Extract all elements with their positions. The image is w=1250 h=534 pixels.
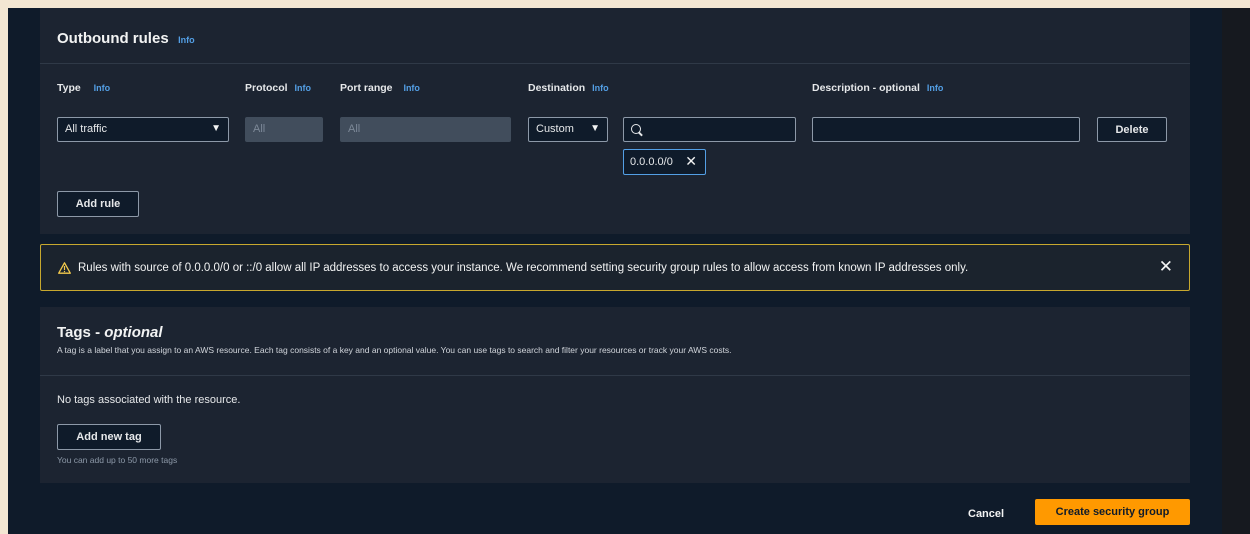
description-label: Description - optional (812, 82, 920, 94)
tags-panel: Tags - optional A tag is a label that yo… (40, 307, 1190, 483)
outbound-rules-header: Outbound rules Info (40, 8, 1190, 64)
add-new-tag-button[interactable]: Add new tag (57, 424, 161, 450)
protocol-info-link[interactable]: Info (295, 83, 312, 93)
tags-description: A tag is a label that you assign to an A… (57, 345, 732, 355)
destination-info-link[interactable]: Info (592, 83, 609, 93)
outbound-rules-panel: Outbound rules Info Type Info Protocol I… (40, 8, 1190, 234)
destination-token: 0.0.0.0/0 ✕ (623, 149, 706, 175)
remove-token-icon[interactable]: ✕ (685, 153, 697, 170)
protocol-field: All (245, 117, 323, 142)
description-column-label: Description - optional Info (812, 82, 943, 94)
type-column-label: Type Info (57, 82, 110, 94)
description-input[interactable] (812, 117, 1080, 142)
create-security-group-button[interactable]: Create security group (1035, 499, 1190, 525)
no-tags-text: No tags associated with the resource. (57, 394, 241, 406)
port-range-column-label: Port range Info (340, 82, 420, 94)
close-icon[interactable]: ✕ (1159, 257, 1173, 277)
destination-token-value: 0.0.0.0/0 (630, 156, 673, 168)
protocol-value: All (253, 123, 266, 135)
destination-column-label: Destination Info (528, 82, 609, 94)
description-info-link[interactable]: Info (927, 83, 944, 93)
page-viewport: Outbound rules Info Type Info Protocol I… (8, 8, 1250, 534)
tags-limit-hint: You can add up to 50 more tags (57, 455, 178, 465)
protocol-column-label: Protocol Info (245, 82, 311, 94)
caret-down-icon: ▼ (211, 123, 221, 134)
delete-rule-button[interactable]: Delete (1097, 117, 1167, 142)
port-range-value: All (348, 123, 361, 135)
tags-title: Tags - optional (57, 324, 1173, 341)
type-select[interactable]: All traffic ▼ (57, 117, 229, 142)
warning-icon (58, 262, 71, 274)
type-info-link[interactable]: Info (94, 83, 111, 93)
type-label: Type (57, 82, 81, 94)
port-range-info-link[interactable]: Info (403, 83, 420, 93)
cancel-button[interactable]: Cancel (968, 508, 1004, 520)
search-icon (631, 124, 641, 134)
type-select-value: All traffic (65, 123, 107, 135)
tags-title-main: Tags - (57, 324, 105, 341)
caret-down-icon: ▼ (590, 123, 600, 134)
destination-mode-value: Custom (536, 123, 574, 135)
destination-mode-select[interactable]: Custom ▼ (528, 117, 608, 142)
port-range-label: Port range (340, 82, 393, 94)
tags-title-optional: optional (104, 324, 163, 341)
tags-header: Tags - optional A tag is a label that yo… (40, 307, 1190, 376)
outbound-info-link[interactable]: Info (178, 35, 195, 45)
protocol-label: Protocol (245, 82, 288, 94)
destination-label: Destination (528, 82, 586, 94)
warning-text: Rules with source of 0.0.0.0/0 or ::/0 a… (78, 262, 969, 274)
destination-search-input[interactable] (623, 117, 796, 142)
outbound-rules-title: Outbound rules (57, 30, 169, 47)
add-rule-button[interactable]: Add rule (57, 191, 139, 217)
right-scroll-strip (1222, 8, 1250, 534)
port-range-field: All (340, 117, 511, 142)
open-access-warning: Rules with source of 0.0.0.0/0 or ::/0 a… (40, 244, 1190, 291)
